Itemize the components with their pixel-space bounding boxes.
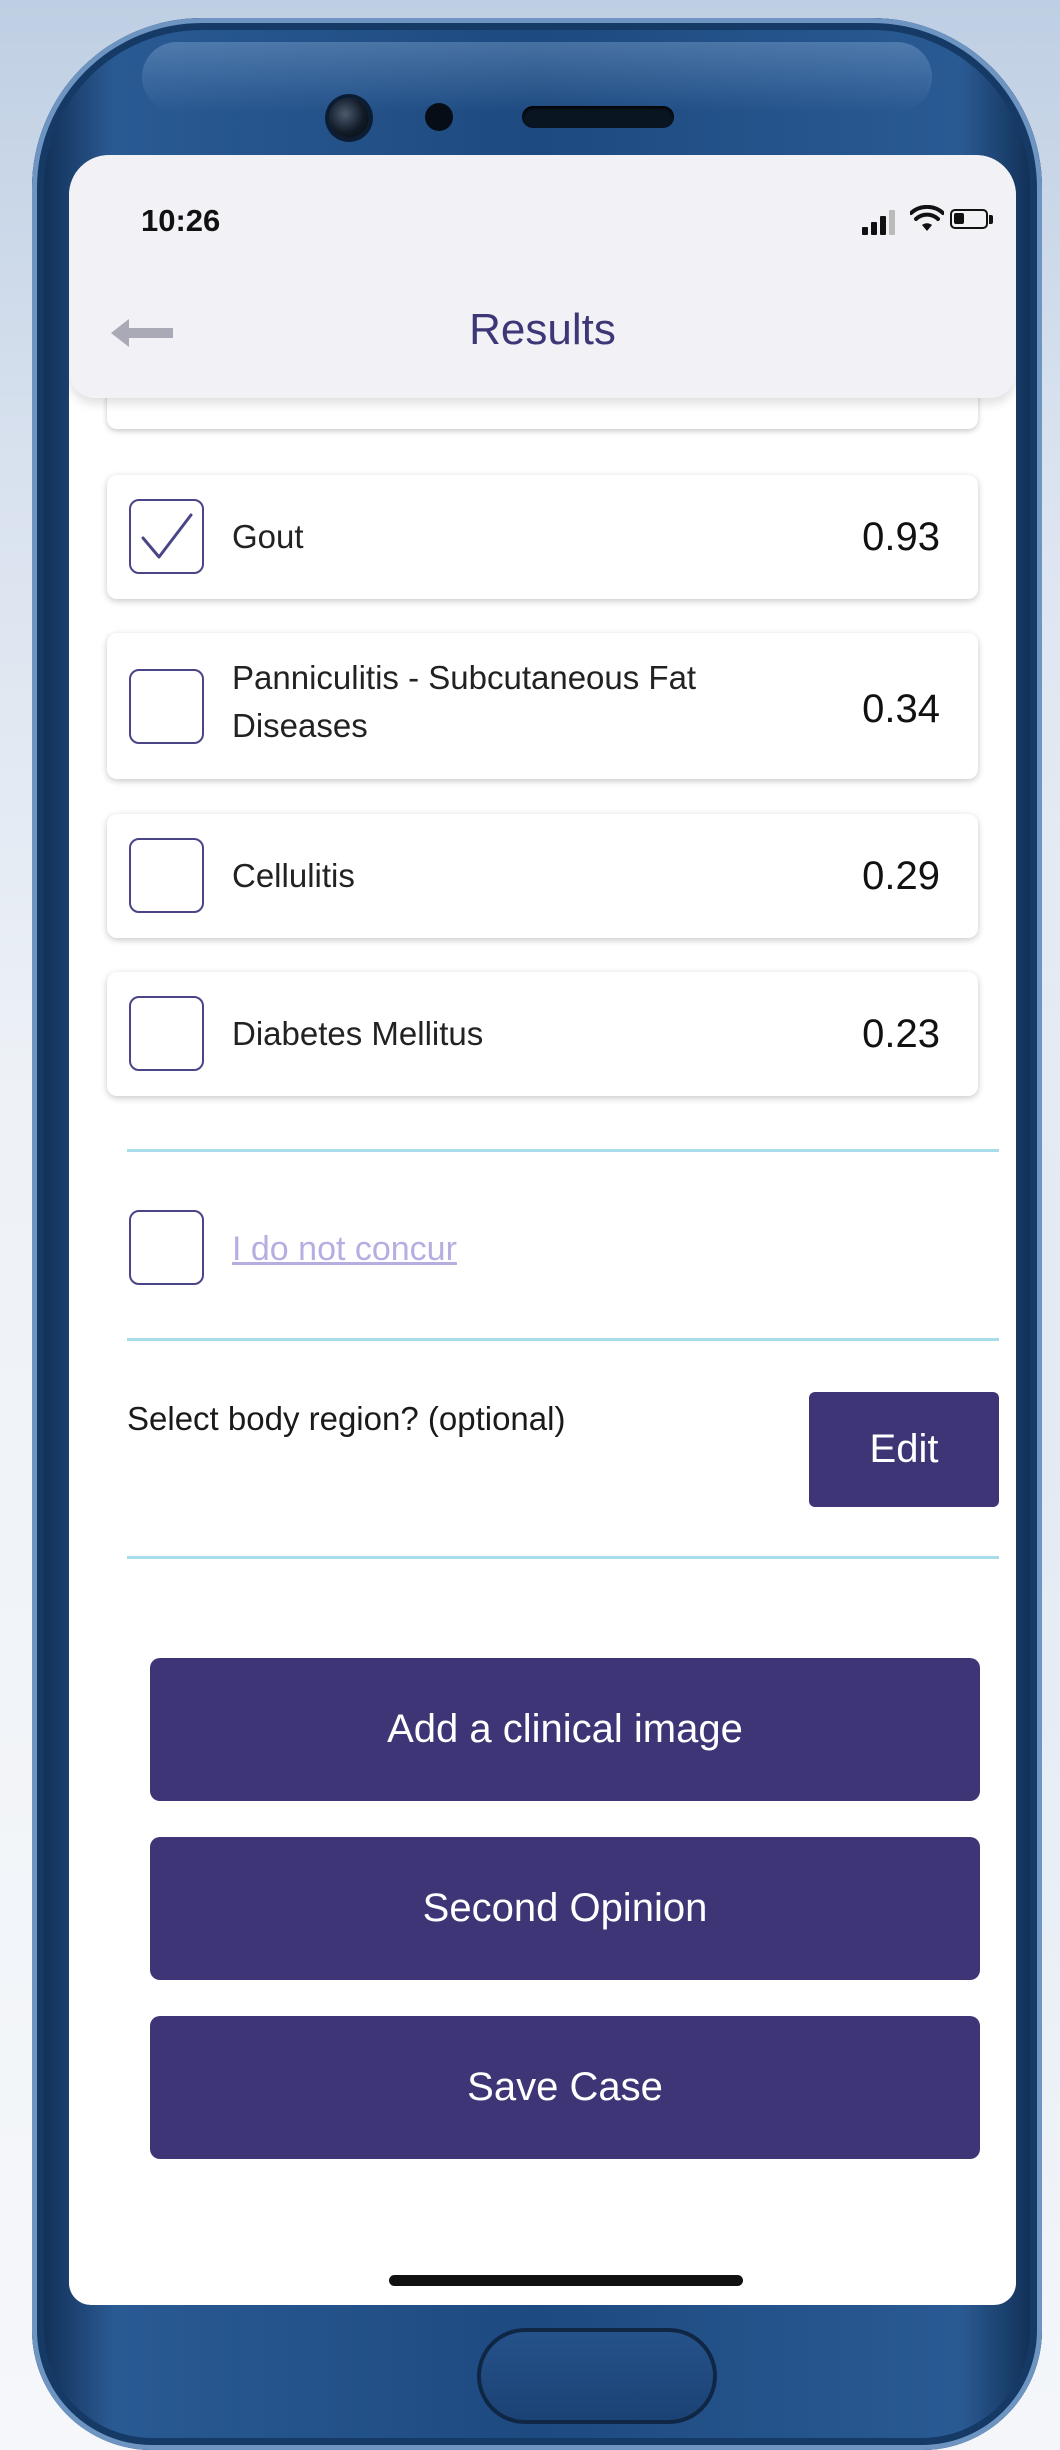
home-indicator[interactable] [389,2275,743,2286]
result-label: Diabetes Mellitus [232,1015,484,1052]
result-card[interactable]: Gout 0.93 [107,475,978,599]
result-score: 0.93 [862,515,940,559]
wifi-icon [910,205,944,231]
result-card[interactable]: Cellulitis 0.29 [107,814,978,938]
divider [127,1149,999,1152]
checkmark-icon [141,513,193,559]
divider [127,1338,999,1341]
result-label: Cellulitis [232,857,355,894]
not-concur-checkbox[interactable] [129,1210,204,1285]
result-label: Gout [232,518,304,555]
result-label-line2: Diseases [232,707,368,744]
app-screen: 10:26 Results Gout 0.93 Panniculitis - S… [69,155,1016,2305]
status-time: 10:26 [141,203,221,238]
result-checkbox[interactable] [129,499,204,574]
result-card[interactable]: Panniculitis - Subcutaneous Fat Diseases… [107,633,978,779]
result-score: 0.23 [862,1012,940,1056]
save-case-button[interactable]: Save Case [150,2016,980,2159]
battery-icon [950,209,988,229]
result-score: 0.29 [862,854,940,898]
phone-shine [142,42,932,112]
front-camera [329,98,369,138]
status-icons [862,205,993,235]
edit-button[interactable]: Edit [809,1392,999,1507]
earpiece-speaker [522,106,674,128]
app-header: 10:26 Results [69,155,1016,398]
home-button[interactable] [477,2328,717,2424]
result-checkbox[interactable] [129,669,204,744]
result-score: 0.34 [862,687,940,731]
result-label: Panniculitis - Subcutaneous Fat [232,659,697,696]
battery-cap [989,215,993,224]
body-region-label: Select body region? (optional) [127,1400,566,1437]
result-checkbox[interactable] [129,996,204,1071]
page-title: Results [469,305,616,354]
second-opinion-button[interactable]: Second Opinion [150,1837,980,1980]
divider [127,1556,999,1559]
proximity-sensor [425,103,453,131]
result-card[interactable]: Diabetes Mellitus 0.23 [107,972,978,1096]
not-concur-link[interactable]: I do not concur [232,1230,457,1269]
result-checkbox[interactable] [129,838,204,913]
add-clinical-image-button[interactable]: Add a clinical image [150,1658,980,1801]
